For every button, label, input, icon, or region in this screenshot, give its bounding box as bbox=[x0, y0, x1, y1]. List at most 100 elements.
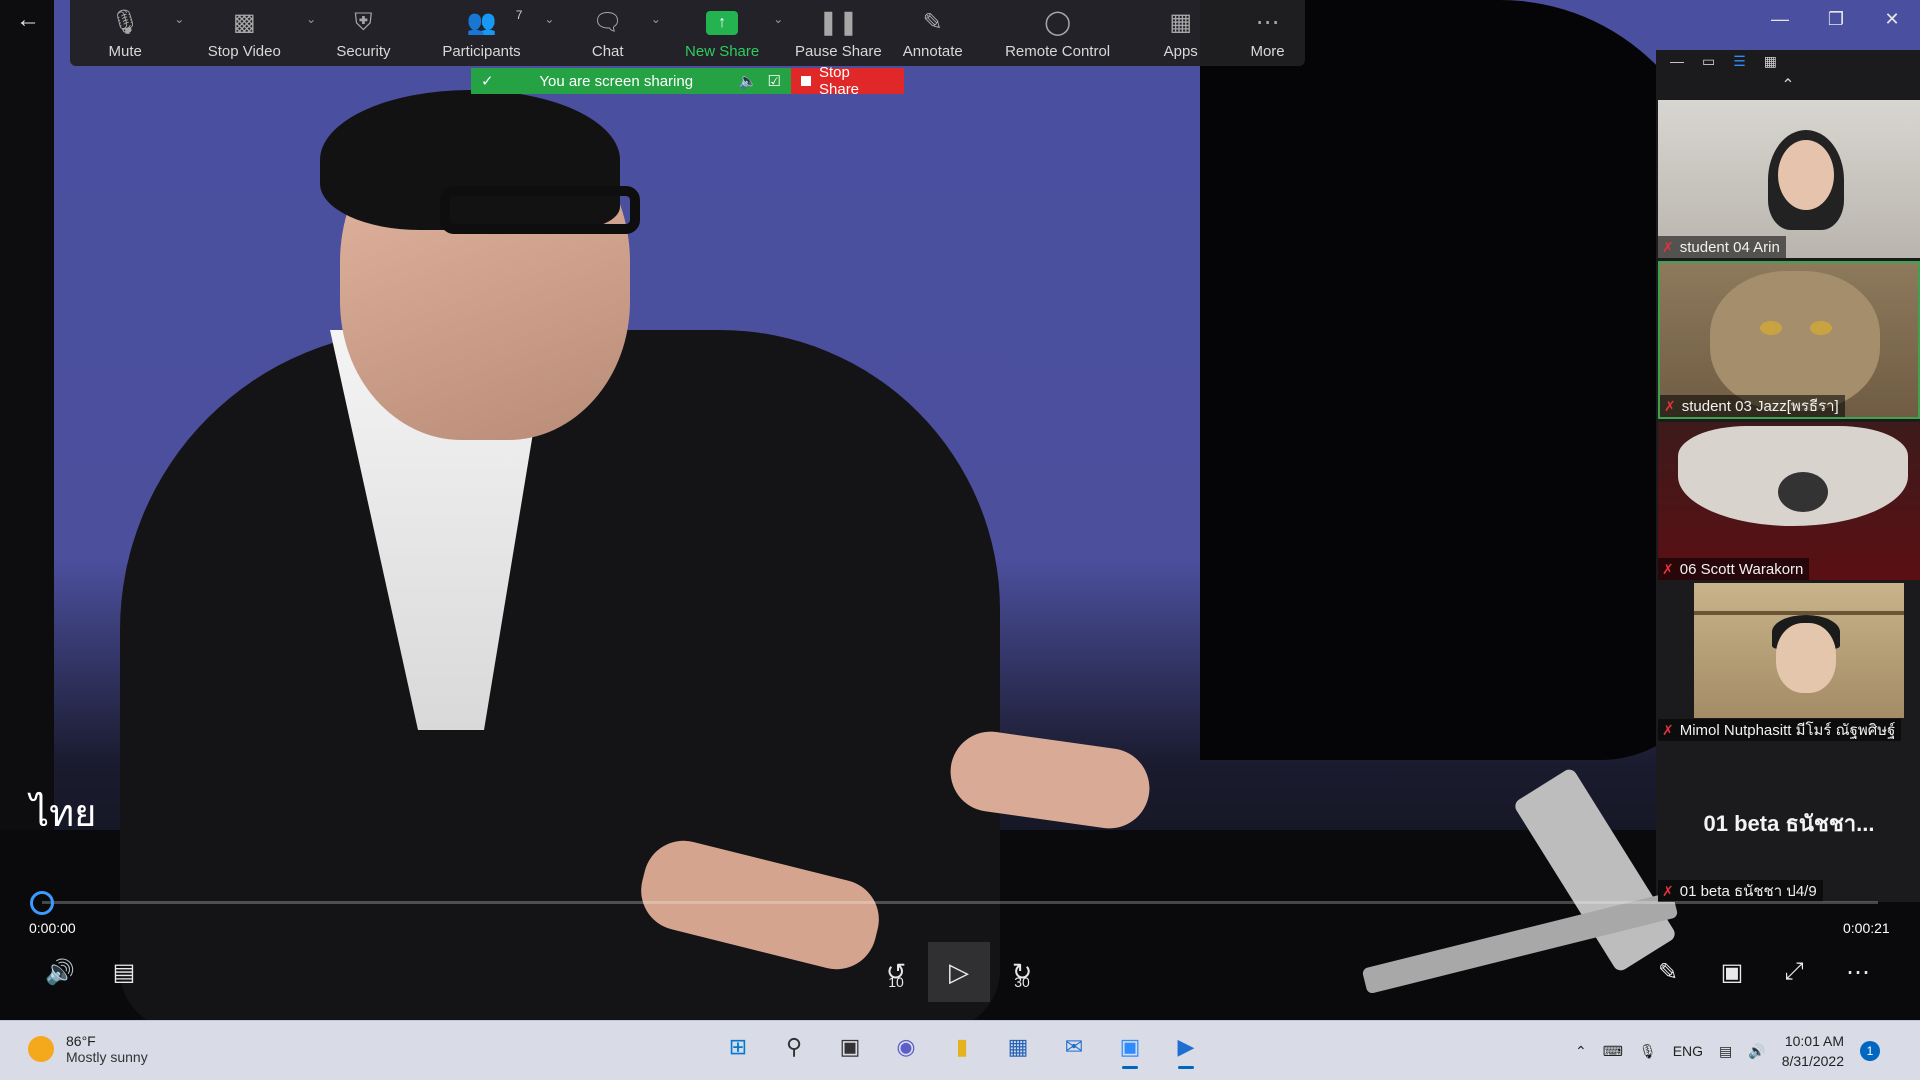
participant-name: 06 Scott Warakorn bbox=[1679, 560, 1804, 578]
system-tray: ⌃ ⌨ 🎙 ENG ▤ 🔊 10:01 AM 8/31/2022 1 bbox=[1575, 1031, 1880, 1071]
participant-name: Mimol Nutphasitt มีโมร์ ณัฐพศิษฐ์ bbox=[1679, 722, 1896, 739]
participant-tile[interactable]: ✗ Mimol Nutphasitt มีโมร์ ณัฐพศิษฐ์ bbox=[1658, 583, 1920, 741]
video-feed bbox=[1778, 472, 1828, 512]
skip-back-seconds: 10 bbox=[888, 974, 904, 990]
sharing-status[interactable]: ✓ You are screen sharing 🔈 ☑ bbox=[471, 68, 791, 94]
chat-button[interactable]: 🗨 Chat ⌄ bbox=[568, 2, 661, 64]
participant-tile[interactable]: ✗ student 03 Jazz[พรธีรา] bbox=[1658, 261, 1920, 419]
participants-count: 7 bbox=[515, 8, 523, 22]
video-feed bbox=[1710, 271, 1880, 411]
captions-icon: ▤ bbox=[112, 958, 136, 986]
fullscreen-button[interactable]: ⤢ bbox=[1772, 950, 1816, 994]
total-time: 0:00:21 bbox=[1843, 920, 1890, 936]
play-icon: ▷ bbox=[949, 956, 969, 987]
mute-button[interactable]: 🎙 Mute ⌄ bbox=[80, 2, 184, 64]
seek-bar[interactable] bbox=[42, 901, 1878, 904]
new-share-button[interactable]: ↑ New Share ⌄ bbox=[675, 2, 783, 64]
chevron-down-icon[interactable]: ⌄ bbox=[544, 12, 554, 26]
clock-time: 10:01 AM bbox=[1784, 1033, 1844, 1049]
video-feed bbox=[1778, 140, 1834, 210]
screen-sharing-banner: ✓ You are screen sharing 🔈 ☑ Stop Share bbox=[471, 64, 904, 98]
pause-icon: ❚❚ bbox=[818, 9, 859, 36]
back-arrow-icon[interactable]: ← bbox=[16, 6, 48, 38]
participant-name-label: ✗ 01 beta ธนัชชา ป4/9 bbox=[1658, 880, 1823, 902]
minimize-icon[interactable]: — bbox=[1752, 0, 1808, 38]
muted-mic-icon: ✗ bbox=[1662, 721, 1674, 738]
pause-share-button[interactable]: ❚❚ Pause Share bbox=[789, 2, 887, 64]
annotate-button[interactable]: ✎ Annotate bbox=[891, 2, 974, 64]
strip-view-icon[interactable]: ☰ bbox=[1733, 53, 1746, 70]
security-button[interactable]: ⛨ Security bbox=[318, 2, 408, 64]
minimize-panel-icon[interactable]: — bbox=[1670, 53, 1684, 69]
store-icon[interactable]: ▦ bbox=[1000, 1029, 1036, 1065]
clock-date: 8/31/2022 bbox=[1781, 1053, 1844, 1069]
window-controls: — ❐ ✕ bbox=[1752, 0, 1920, 38]
chevron-down-icon[interactable]: ⌄ bbox=[174, 12, 184, 26]
more-button[interactable]: ⋯ More bbox=[1236, 2, 1299, 64]
microphone-icon: 🎙 bbox=[109, 9, 141, 36]
chevron-down-icon[interactable]: ⌄ bbox=[773, 12, 783, 26]
stop-video-button[interactable]: ▩ Stop Video ⌄ bbox=[186, 2, 317, 64]
seek-handle[interactable] bbox=[30, 891, 54, 915]
shield-check-icon: ☑ bbox=[767, 73, 781, 90]
skip-back-button[interactable]: ↺ 10 bbox=[874, 950, 918, 994]
task-view-icon[interactable]: ▣ bbox=[832, 1029, 868, 1065]
screen: ← 🎙 Mute ⌄ ▩ Stop Video ⌄ ⛨ Security 👥 7… bbox=[0, 0, 1920, 1080]
mail-icon[interactable]: ✉ bbox=[1056, 1029, 1092, 1065]
participant-name: 01 beta ธนัชชา ป4/9 bbox=[1679, 883, 1817, 900]
teams-chat-icon[interactable]: ◉ bbox=[888, 1029, 924, 1065]
single-view-icon[interactable]: ▭ bbox=[1702, 53, 1715, 70]
zoom-app-icon[interactable]: ▣ bbox=[1112, 1029, 1148, 1069]
pin-icon: ✓ bbox=[481, 73, 494, 90]
chevron-up-icon[interactable]: ⌃ bbox=[1575, 1043, 1587, 1060]
stop-share-button[interactable]: Stop Share bbox=[791, 64, 904, 98]
restore-icon[interactable]: ❐ bbox=[1808, 0, 1864, 38]
apps-button[interactable]: ▦ Apps bbox=[1149, 2, 1212, 64]
media-player-icon[interactable]: ▶ bbox=[1168, 1029, 1204, 1069]
miniplayer-button[interactable]: ▣ bbox=[1710, 950, 1754, 994]
volume-button[interactable]: 🔊 bbox=[38, 950, 82, 994]
participant-tile[interactable]: 01 beta ธนัชชา... ✗ 01 beta ธนัชชา ป4/9 bbox=[1658, 744, 1920, 902]
captions-button[interactable]: ▤ bbox=[102, 950, 146, 994]
video-feed bbox=[1776, 623, 1836, 693]
muted-mic-icon: ✗ bbox=[1664, 397, 1676, 414]
microphone-icon[interactable]: 🎙 bbox=[1639, 1043, 1657, 1060]
close-icon[interactable]: ✕ bbox=[1864, 0, 1920, 38]
edit-button[interactable]: ✎ bbox=[1646, 950, 1690, 994]
participants-button[interactable]: 👥 7 Participants ⌄ bbox=[423, 2, 554, 64]
stop-share-label: Stop Share bbox=[819, 64, 860, 98]
participant-tile[interactable]: ✗ student 04 Arin bbox=[1658, 100, 1920, 258]
chevron-down-icon[interactable]: ⌄ bbox=[651, 12, 661, 26]
search-icon[interactable]: ⚲ bbox=[776, 1029, 812, 1065]
notification-badge[interactable]: 1 bbox=[1860, 1041, 1880, 1061]
weather-widget[interactable]: 86°F Mostly sunny bbox=[28, 1033, 148, 1065]
shield-icon: ⛨ bbox=[354, 9, 373, 36]
video-frame[interactable] bbox=[0, 0, 1920, 1020]
remote-control-button[interactable]: ◯ Remote Control bbox=[984, 2, 1131, 64]
participant-tile[interactable]: ✗ 06 Scott Warakorn bbox=[1658, 422, 1920, 580]
clock[interactable]: 10:01 AM 8/31/2022 bbox=[1782, 1031, 1844, 1071]
start-button[interactable]: ⊞ bbox=[720, 1029, 756, 1065]
participant-name-label: ✗ student 04 Arin bbox=[1658, 236, 1786, 258]
participant-name-label: ✗ 06 Scott Warakorn bbox=[1658, 558, 1810, 580]
chevron-down-icon[interactable]: ⌄ bbox=[306, 12, 316, 26]
scroll-up-icon[interactable]: ⌃ bbox=[1656, 72, 1920, 100]
video-monitor-shape bbox=[1200, 0, 1720, 760]
keyboard-icon[interactable]: ⌨ bbox=[1603, 1043, 1623, 1060]
volume-icon[interactable]: 🔊 bbox=[1748, 1043, 1765, 1060]
mouse-icon: ◯ bbox=[1044, 9, 1072, 36]
network-icon[interactable]: ▤ bbox=[1719, 1043, 1732, 1060]
video-camera-icon: ▩ bbox=[232, 9, 256, 36]
stop-icon bbox=[801, 76, 811, 86]
input-language[interactable]: ENG bbox=[1673, 1043, 1703, 1059]
sun-icon bbox=[28, 1036, 54, 1062]
current-time: 0:00:00 bbox=[29, 920, 76, 936]
grid-view-icon[interactable]: ▦ bbox=[1764, 53, 1777, 70]
gallery-view-options: — ▭ ☰ ▦ bbox=[1656, 50, 1920, 72]
file-explorer-icon[interactable]: ▮ bbox=[944, 1029, 980, 1065]
taskbar-apps: ⊞ ⚲ ▣ ◉ ▮ ▦ ✉ ▣ ▶ bbox=[720, 1029, 1204, 1069]
skip-forward-button[interactable]: ↻ 30 bbox=[1000, 950, 1044, 994]
play-button[interactable]: ▷ bbox=[928, 942, 990, 1002]
more-options-button[interactable]: ⋯ bbox=[1836, 950, 1880, 994]
participant-name: student 03 Jazz[พรธีรา] bbox=[1681, 398, 1839, 415]
